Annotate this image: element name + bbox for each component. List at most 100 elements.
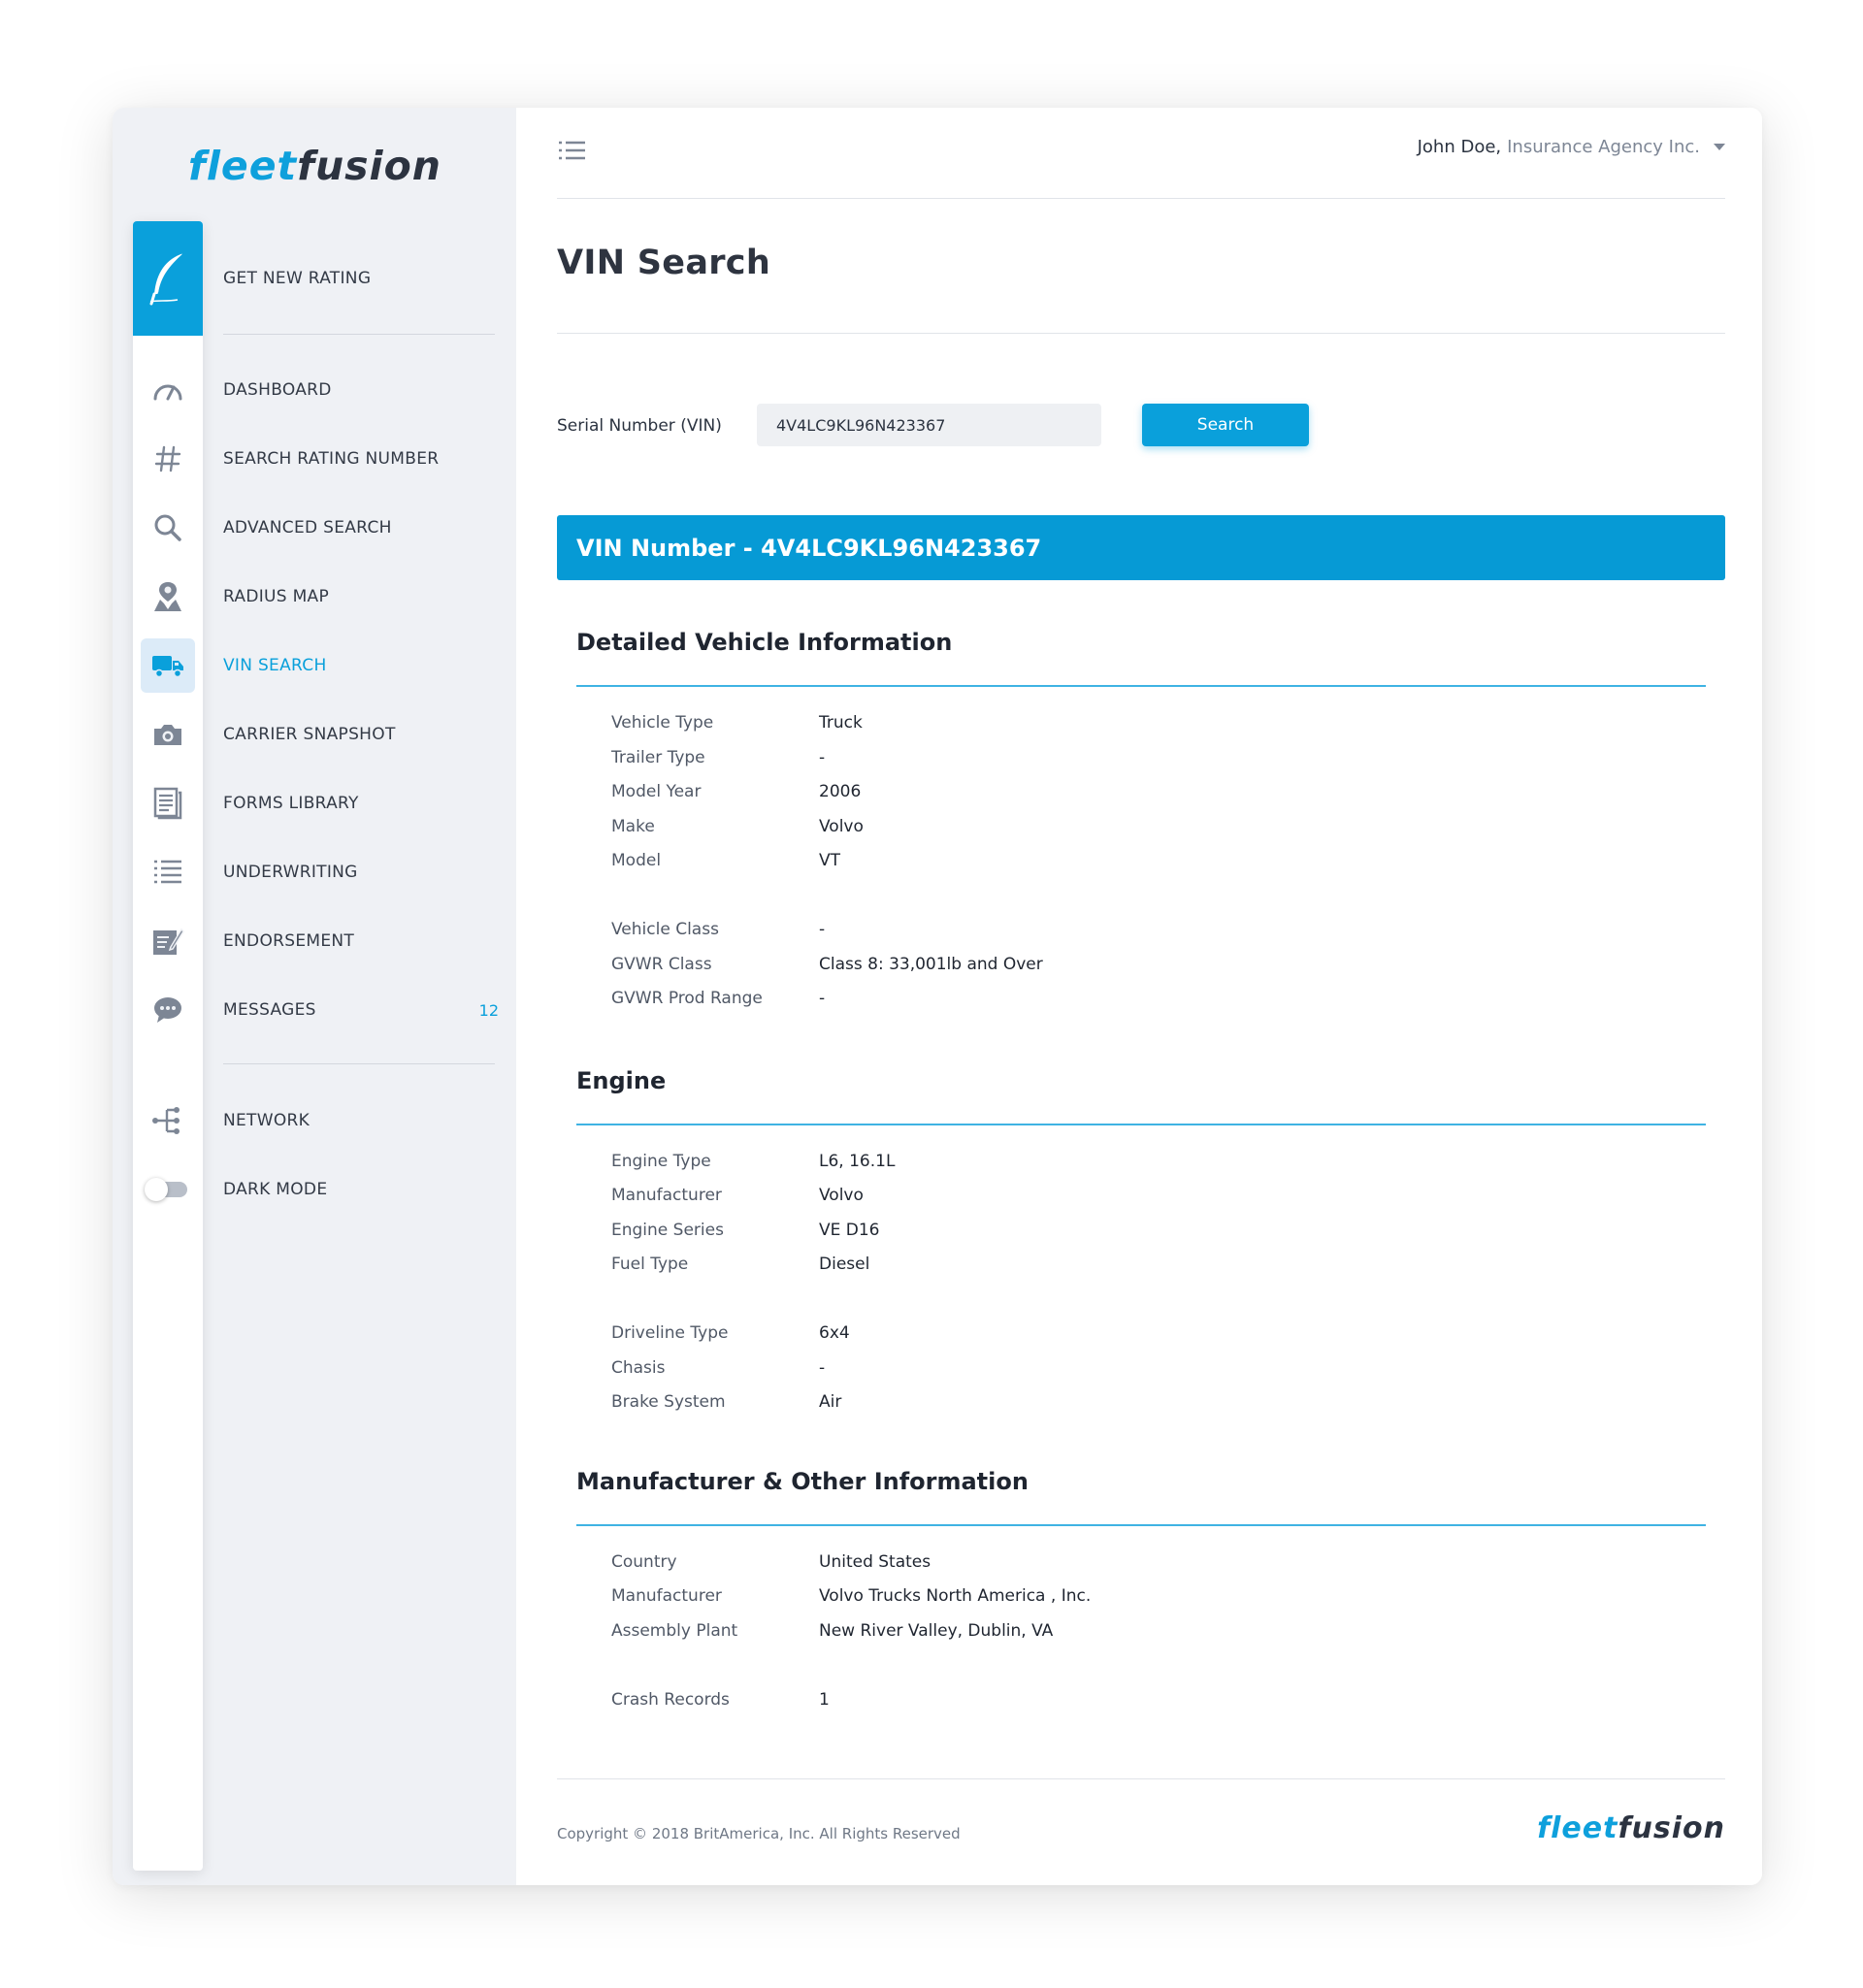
info-key: Make (611, 817, 655, 836)
info-row: Chasis - (611, 1358, 825, 1382)
info-row: Fuel Type Diesel (611, 1255, 869, 1278)
speedometer-icon (141, 363, 195, 417)
sidebar-item-underwriting[interactable]: UNDERWRITING (113, 844, 516, 900)
section-title-manufacturer: Manufacturer & Other Information (576, 1468, 1029, 1495)
info-row: Engine Type L6, 16.1L (611, 1152, 895, 1175)
title-divider (557, 333, 1725, 334)
info-key: Vehicle Type (611, 713, 714, 733)
truck-icon (141, 638, 195, 693)
info-key: Crash Records (611, 1690, 730, 1710)
sidebar-item-label: NETWORK (223, 1111, 310, 1130)
info-value: - (819, 920, 826, 939)
info-row: Brake System Air (611, 1392, 841, 1416)
brand-logo-part2: fusion (1618, 1811, 1725, 1845)
sidebar-item-advanced-search[interactable]: ADVANCED SEARCH (113, 500, 516, 556)
list-icon (141, 845, 195, 899)
hash-icon (141, 432, 195, 486)
user-name: John Doe, (1417, 137, 1502, 157)
info-key: GVWR Prod Range (611, 989, 763, 1008)
info-value: Truck (819, 713, 863, 733)
sidebar-item-label: ENDORSEMENT (223, 931, 355, 951)
info-value: Volvo Trucks North America , Inc. (819, 1586, 1092, 1606)
info-row: Manufacturer Volvo (611, 1186, 864, 1209)
info-key: Model (611, 851, 662, 870)
brand-logo-part2: fusion (297, 143, 441, 189)
section-divider (576, 685, 1706, 687)
sidebar-item-label: GET NEW RATING (223, 269, 372, 288)
info-key: Chasis (611, 1358, 666, 1378)
info-value: VT (819, 851, 841, 870)
info-key: Model Year (611, 782, 702, 801)
page-title: VIN Search (557, 244, 771, 282)
sidebar-item-search-rating-number[interactable]: SEARCH RATING NUMBER (113, 431, 516, 487)
document-icon (141, 776, 195, 831)
sidebar-item-label: FORMS LIBRARY (223, 794, 359, 813)
sidebar-item-get-new-rating[interactable]: GET NEW RATING (113, 250, 516, 307)
info-row: Model Year 2006 (611, 782, 861, 805)
menu-toggle-button[interactable] (557, 139, 588, 164)
sidebar-item-messages[interactable]: MESSAGES 12 (113, 982, 516, 1038)
info-row: Vehicle Class - (611, 920, 825, 943)
toggle-icon[interactable] (141, 1162, 195, 1217)
copyright-text: Copyright © 2018 BritAmerica, Inc. All R… (557, 1825, 961, 1842)
map-pin-icon (141, 570, 195, 624)
sidebar-item-label: UNDERWRITING (223, 863, 358, 882)
info-key: Assembly Plant (611, 1621, 738, 1641)
sidebar-item-label: MESSAGES (223, 1000, 316, 1020)
sidebar-item-dark-mode[interactable]: DARK MODE (113, 1161, 516, 1218)
toggle-knob (145, 1178, 168, 1201)
info-key: Brake System (611, 1392, 726, 1412)
info-value: - (819, 748, 826, 767)
info-key: Engine Series (611, 1221, 724, 1240)
info-key: Manufacturer (611, 1586, 722, 1606)
info-row: Vehicle Type Truck (611, 713, 863, 736)
vin-field-label: Serial Number (VIN) (557, 416, 722, 436)
info-row: Engine Series VE D16 (611, 1221, 880, 1244)
info-row: Trailer Type - (611, 748, 825, 771)
section-divider (576, 1524, 1706, 1526)
search-button[interactable]: Search (1142, 404, 1309, 446)
info-value: New River Valley, Dublin, VA (819, 1621, 1054, 1641)
sidebar-item-endorsement[interactable]: ENDORSEMENT (113, 913, 516, 969)
sidebar-item-carrier-snapshot[interactable]: CARRIER SNAPSHOT (113, 706, 516, 763)
info-value: VE D16 (819, 1221, 880, 1240)
sidebar-item-label: CARRIER SNAPSHOT (223, 725, 396, 744)
info-value: L6, 16.1L (819, 1152, 896, 1171)
info-value: - (819, 1358, 826, 1378)
info-key: Country (611, 1552, 677, 1572)
info-key: GVWR Class (611, 955, 712, 974)
footer-brand-logo: fleetfusion (1537, 1811, 1725, 1845)
sidebar-item-radius-map[interactable]: RADIUS MAP (113, 569, 516, 625)
sidebar-item-label: ADVANCED SEARCH (223, 518, 392, 538)
info-row: Country United States (611, 1552, 931, 1576)
info-value: Air (819, 1392, 842, 1412)
brand-logo[interactable]: fleetfusion (188, 143, 441, 189)
info-value: - (819, 989, 826, 1008)
edit-icon (141, 914, 195, 968)
info-value: 2006 (819, 782, 862, 801)
dark-mode-toggle[interactable] (145, 1178, 187, 1201)
info-value: United States (819, 1552, 932, 1572)
sidebar-item-vin-search[interactable]: VIN SEARCH (113, 637, 516, 694)
info-row: GVWR Prod Range - (611, 989, 825, 1012)
chevron-down-icon (1714, 144, 1725, 150)
sidebar-item-dashboard[interactable]: DASHBOARD (113, 362, 516, 418)
info-key: Vehicle Class (611, 920, 719, 939)
footer-divider (557, 1778, 1725, 1779)
section-title-engine: Engine (576, 1067, 667, 1094)
info-key: Trailer Type (611, 748, 705, 767)
messages-count-badge: 12 (478, 1000, 499, 1020)
vin-input[interactable] (757, 404, 1101, 446)
info-key: Engine Type (611, 1152, 711, 1171)
sidebar-item-forms-library[interactable]: FORMS LIBRARY (113, 775, 516, 831)
sidebar-item-network[interactable]: NETWORK (113, 1092, 516, 1149)
info-row: Model VT (611, 851, 840, 874)
user-menu[interactable]: John Doe, Insurance Agency Inc. (1418, 137, 1725, 157)
camera-icon (141, 707, 195, 762)
sidebar: fleetfusion GET NEW RATING DASHBOARD SEA… (113, 108, 516, 1885)
sidebar-item-label: SEARCH RATING NUMBER (223, 449, 440, 469)
info-row: Make Volvo (611, 817, 864, 840)
network-icon (141, 1093, 195, 1148)
main-content: John Doe, Insurance Agency Inc. VIN Sear… (516, 108, 1762, 1885)
sidebar-item-label: DASHBOARD (223, 380, 332, 400)
